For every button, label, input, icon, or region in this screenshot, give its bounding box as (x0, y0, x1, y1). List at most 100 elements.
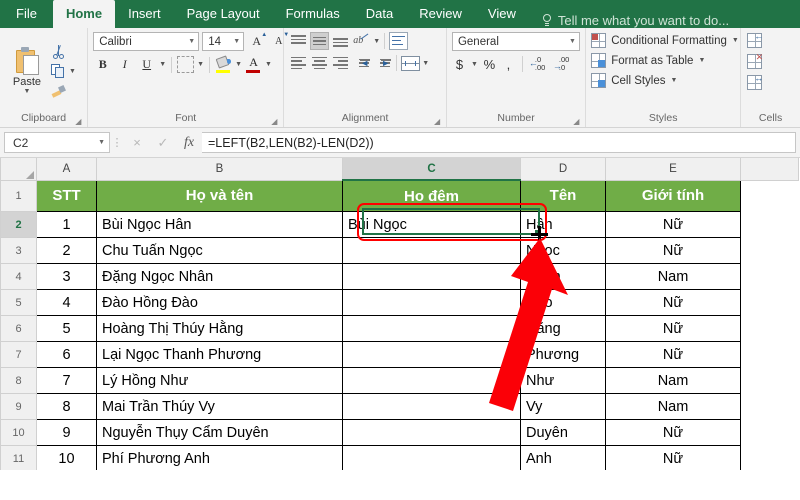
cell-b11[interactable]: Phí Phương Anh (96, 445, 343, 470)
borders-icon[interactable] (177, 56, 195, 73)
cell-c6[interactable] (342, 315, 521, 342)
orientation-button[interactable]: ab (352, 32, 371, 50)
cell-c9[interactable] (342, 393, 521, 420)
cell-b10[interactable]: Nguyễn Thụy Cẩm Duyên (96, 419, 343, 446)
cell-e5[interactable]: Nữ (605, 289, 741, 316)
column-header-d[interactable]: D (520, 158, 606, 181)
cell-e11[interactable]: Nữ (605, 445, 741, 470)
currency-button[interactable]: $ (452, 55, 467, 73)
cell-c10[interactable] (342, 419, 521, 446)
column-header-e[interactable]: E (605, 158, 741, 181)
cell-c11[interactable] (342, 445, 521, 470)
increase-font-size-button[interactable]: A ▲ (247, 32, 267, 51)
font-size-combo[interactable]: 14 ▼ (202, 32, 245, 51)
cell-a7[interactable]: 6 (36, 341, 97, 368)
cell-b3[interactable]: Chu Tuấn Ngọc (96, 237, 343, 264)
cell-c5[interactable] (342, 289, 521, 316)
cell-d3[interactable]: Ngọc (520, 237, 606, 264)
row-header-7[interactable]: 7 (0, 341, 37, 368)
format-cells-button[interactable]: ↔ (747, 74, 763, 90)
cell-b7[interactable]: Lại Ngọc Thanh Phương (96, 341, 343, 368)
align-middle-button[interactable] (310, 32, 330, 50)
cell-b4[interactable]: Đặng Ngọc Nhân (96, 263, 343, 290)
increase-decimal-button[interactable]: ← .0.00 (529, 55, 549, 73)
name-box[interactable]: C2 ▼ (4, 132, 110, 153)
paste-button[interactable]: Paste ▼ (5, 47, 49, 95)
tab-formulas[interactable]: Formulas (273, 0, 353, 28)
tab-page-layout[interactable]: Page Layout (174, 0, 273, 28)
italic-button[interactable]: I (115, 55, 134, 74)
cut-button[interactable] (51, 43, 76, 60)
cell-c3[interactable] (342, 237, 521, 264)
number-format-combo[interactable]: General ▼ (451, 32, 580, 51)
insert-cells-button[interactable]: ← (747, 32, 763, 48)
cell-d8[interactable]: Như (520, 367, 606, 394)
currency-dropdown-caret[interactable]: ▼ (471, 61, 478, 68)
comma-button[interactable]: , (501, 55, 516, 73)
tab-view[interactable]: View (475, 0, 529, 28)
merge-center-icon[interactable] (401, 55, 421, 71)
tab-review[interactable]: Review (406, 0, 475, 28)
cell-e8[interactable]: Nam (605, 367, 741, 394)
cell-b6[interactable]: Hoàng Thị Thúy Hằng (96, 315, 343, 342)
decrease-decimal-button[interactable]: → .00.0 (553, 55, 573, 73)
format-painter-button[interactable] (51, 83, 76, 100)
cell-e4[interactable]: Nam (605, 263, 741, 290)
cancel-formula-button[interactable]: × (124, 132, 150, 154)
merge-dropdown-caret[interactable]: ▼ (422, 60, 429, 67)
bold-button[interactable]: B (93, 55, 112, 74)
font-color-dropdown-caret[interactable]: ▼ (265, 61, 272, 68)
row-header-9[interactable]: 9 (0, 393, 37, 420)
conditional-formatting-button[interactable]: Conditional Formatting ▼ (591, 33, 739, 48)
format-as-table-button[interactable]: Format as Table ▼ (591, 53, 705, 68)
copy-dropdown-caret[interactable]: ▼ (69, 68, 76, 75)
font-color-icon[interactable]: A (245, 55, 262, 73)
cell-b2[interactable]: Bùi Ngọc Hân (96, 211, 343, 238)
cell-d6[interactable]: Hằng (520, 315, 606, 342)
paste-dropdown-caret[interactable]: ▼ (24, 88, 31, 95)
cell-a9[interactable]: 8 (36, 393, 97, 420)
align-center-button[interactable] (310, 54, 329, 72)
tab-home[interactable]: Home (52, 0, 116, 28)
orientation-dropdown-caret[interactable]: ▼ (373, 38, 380, 45)
decrease-indent-button[interactable]: ◄ (352, 54, 371, 72)
cell-a8[interactable]: 7 (36, 367, 97, 394)
cell-d5[interactable]: Đào (520, 289, 606, 316)
align-right-button[interactable] (331, 54, 350, 72)
font-name-combo[interactable]: Calibri ▼ (93, 32, 200, 51)
copy-button[interactable]: ▼ (51, 63, 76, 80)
cell-e9[interactable]: Nam (605, 393, 741, 420)
row-header-2[interactable]: 2 (0, 211, 37, 238)
cell-e2[interactable]: Nữ (605, 211, 741, 238)
row-header-8[interactable]: 8 (0, 367, 37, 394)
clipboard-dialog-launcher[interactable]: ◢ (75, 117, 84, 126)
cell-b9[interactable]: Mai Trần Thúy Vy (96, 393, 343, 420)
cell-c7[interactable] (342, 341, 521, 368)
insert-function-button[interactable]: fx (176, 132, 202, 154)
tab-data[interactable]: Data (353, 0, 406, 28)
row-header-4[interactable]: 4 (0, 263, 37, 290)
cell-e10[interactable]: Nữ (605, 419, 741, 446)
cell-styles-button[interactable]: Cell Styles ▼ (591, 73, 677, 88)
align-top-button[interactable] (289, 32, 308, 50)
column-header-a[interactable]: A (36, 158, 97, 181)
align-left-button[interactable] (289, 54, 308, 72)
cell-a10[interactable]: 9 (36, 419, 97, 446)
cell-c8[interactable] (342, 367, 521, 394)
row-header-10[interactable]: 10 (0, 419, 37, 446)
cell-a4[interactable]: 3 (36, 263, 97, 290)
underline-button[interactable]: U (137, 55, 156, 74)
wrap-text-icon[interactable] (389, 32, 409, 50)
cell-b5[interactable]: Đào Hồng Đào (96, 289, 343, 316)
row-header-5[interactable]: 5 (0, 289, 37, 316)
cell-d11[interactable]: Anh (520, 445, 606, 470)
align-bottom-button[interactable] (331, 32, 350, 50)
cell-e3[interactable]: Nữ (605, 237, 741, 264)
row-header-3[interactable]: 3 (0, 237, 37, 264)
formula-input[interactable]: =LEFT(B2,LEN(B2)-LEN(D2)) (202, 132, 796, 153)
cell-a11[interactable]: 10 (36, 445, 97, 470)
cell-c4[interactable] (342, 263, 521, 290)
percent-button[interactable]: % (482, 55, 497, 73)
fill-color-dropdown-caret[interactable]: ▼ (235, 61, 242, 68)
column-header-b[interactable]: B (96, 158, 343, 181)
